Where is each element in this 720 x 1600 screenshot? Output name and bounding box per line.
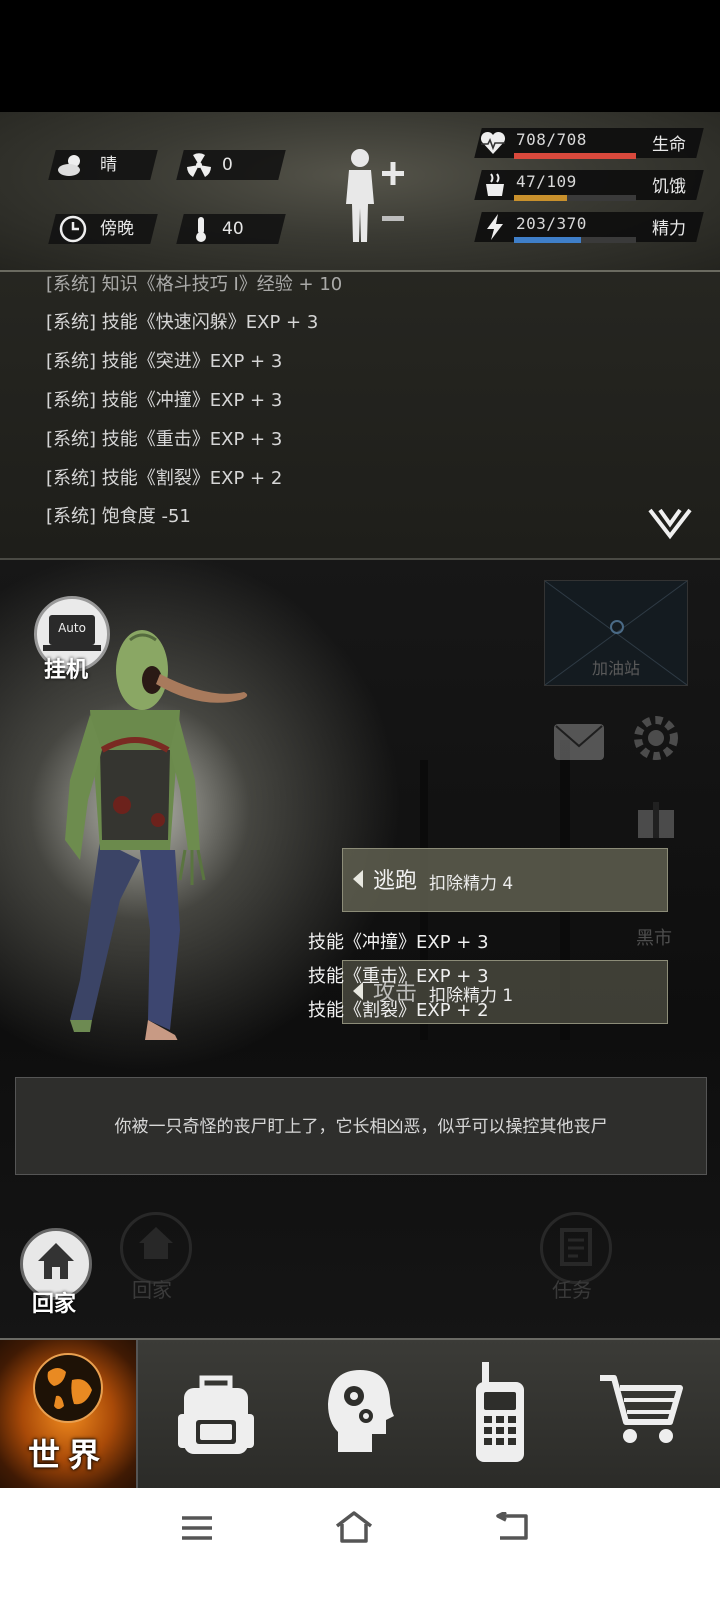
flee-cost: 扣除精力 4 — [429, 874, 514, 894]
log-line: [系统] 技能《重击》EXP + 3 — [46, 429, 283, 450]
energy-value: 203/370 — [516, 214, 587, 233]
home-nav-icon[interactable] — [334, 1510, 374, 1544]
health-bar-fill — [514, 153, 636, 159]
message-log[interactable]: [系统] 知识《格斗技巧 I》经验 + 10 [系统] 技能《快速闪躲》EXP … — [0, 272, 720, 560]
bottom-nav: 世界 — [0, 1338, 720, 1490]
head-gears-icon — [328, 1370, 394, 1452]
auto-label: Auto — [58, 621, 86, 635]
exp-popup-line: 技能《冲撞》EXP + 3 — [308, 932, 489, 953]
log-line: [系统] 饱食度 -51 — [46, 506, 191, 527]
mail-icon[interactable] — [552, 718, 606, 766]
backpack-icon — [178, 1375, 254, 1454]
body-status-icon[interactable] — [340, 146, 410, 246]
hunger-value: 47/109 — [516, 172, 577, 191]
nav-inventory[interactable] — [144, 1340, 288, 1490]
hunger-bar-fill — [514, 195, 567, 201]
time-label: 傍晚 — [100, 219, 134, 239]
laptop-icon: Auto — [49, 615, 95, 645]
shopping-cart-icon — [600, 1375, 683, 1443]
exp-popup-line: 技能《重击》EXP + 3 — [308, 966, 489, 987]
home-faded-label: 回家 — [132, 1278, 172, 1302]
globe-icon — [33, 1353, 103, 1423]
home-icon — [139, 1227, 173, 1259]
clipboard-icon — [560, 1228, 592, 1266]
back-icon[interactable] — [494, 1512, 530, 1542]
energy-label: 精力 — [652, 219, 686, 239]
home-label: 回家 — [32, 1292, 77, 1317]
location-map[interactable]: 加油站 — [544, 580, 688, 686]
flee-button[interactable]: 逃跑 扣除精力 4 — [342, 848, 668, 912]
radiation-icon — [187, 153, 211, 177]
log-line: [系统] 技能《割裂》EXP + 2 — [46, 468, 283, 489]
system-nav-bar — [0, 1488, 720, 1600]
left-arrow-icon — [353, 870, 363, 888]
home-icon — [38, 1243, 74, 1279]
black-market-label[interactable]: 黑市 — [636, 924, 672, 950]
status-panel: 晴 0 傍晚 40 708/708 生命 47/109 饥饿 203/370 精… — [0, 112, 720, 272]
lightning-icon — [487, 214, 503, 240]
nav-world-label: 世界 — [27, 1436, 108, 1474]
log-line: [系统] 技能《突进》EXP + 3 — [46, 351, 283, 372]
health-label: 生命 — [652, 135, 686, 155]
log-line: [系统] 知识《格斗技巧 I》经验 + 10 — [46, 274, 343, 295]
battle-scene: Auto 挂机 加油站 黑市 逃跑 扣除精力 4 攻击 扣除精力 1 技能《冲撞… — [0, 560, 720, 1340]
encounter-description: 你被一只奇怪的丧尸盯上了，它长相凶恶，似乎可以操控其他丧尸 — [15, 1077, 707, 1175]
walkie-talkie-icon — [476, 1362, 524, 1462]
map-location-label: 加油站 — [591, 659, 640, 678]
exp-popup-line: 技能《割裂》EXP + 2 — [308, 1000, 489, 1021]
thermometer-icon — [196, 217, 206, 242]
nav-shop[interactable] — [576, 1340, 720, 1490]
energy-bar-fill — [514, 237, 581, 243]
log-line: [系统] 技能《快速闪躲》EXP + 3 — [46, 312, 319, 333]
nav-skills[interactable] — [288, 1340, 432, 1490]
gift-icon[interactable] — [634, 796, 678, 840]
heart-pulse-icon — [480, 131, 506, 154]
health-bar — [514, 153, 636, 159]
temperature-value: 40 — [222, 219, 244, 239]
health-value: 708/708 — [516, 130, 587, 149]
hunger-bar — [514, 195, 636, 201]
radiation-value: 0 — [222, 155, 233, 175]
energy-bar — [514, 237, 636, 243]
scroll-down-icon[interactable] — [648, 508, 692, 540]
flee-label: 逃跑 — [373, 869, 418, 894]
task-label: 任务 — [552, 1278, 592, 1302]
menu-icon[interactable] — [180, 1514, 214, 1542]
cloud-sun-icon — [58, 155, 80, 176]
settings-gear-icon[interactable] — [628, 710, 684, 766]
food-icon — [486, 173, 504, 196]
auto-caption: 挂机 — [44, 658, 89, 683]
nav-radio[interactable] — [432, 1340, 576, 1490]
weather-label: 晴 — [100, 155, 117, 175]
clock-icon — [59, 215, 87, 243]
nav-world[interactable]: 世界 — [0, 1340, 138, 1490]
hunger-label: 饥饿 — [652, 177, 686, 197]
log-line: [系统] 技能《冲撞》EXP + 3 — [46, 390, 283, 411]
encounter-description-text: 你被一只奇怪的丧尸盯上了，它长相凶恶，似乎可以操控其他丧尸 — [114, 1117, 608, 1137]
laptop-base — [43, 645, 101, 651]
